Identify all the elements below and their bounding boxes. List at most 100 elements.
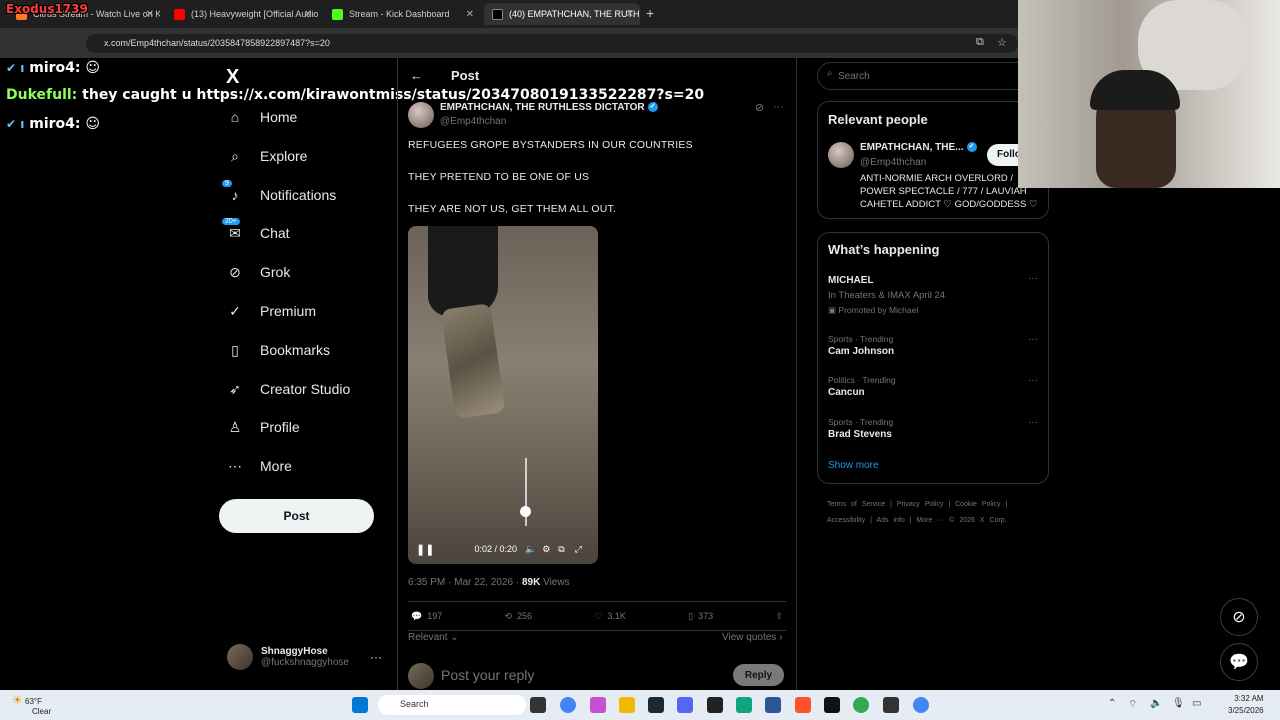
footer-links[interactable]: Terms of Service | Privacy Policy | Cook…	[827, 497, 1049, 529]
avatar[interactable]	[828, 142, 854, 168]
chrome-active-icon[interactable]	[913, 697, 929, 713]
fullscreen-icon[interactable]: ⤢	[575, 544, 582, 555]
verified-icon: ✓	[647, 102, 658, 113]
author-name-text: EMPATHCHAN, THE RUTHLESS DICTATOR	[440, 102, 645, 113]
sidebar-item-chat[interactable]: ✉ 20+ Chat	[222, 218, 290, 242]
sidebar-item-premium[interactable]: ✓ Premium	[226, 302, 316, 320]
taskbar-search[interactable]: Search	[378, 695, 526, 715]
reply-button[interactable]: Reply	[733, 664, 784, 686]
start-icon[interactable]	[352, 697, 368, 713]
new-tab-button[interactable]: +	[646, 5, 654, 21]
steam-icon[interactable]	[648, 697, 664, 713]
author-avatar[interactable]	[408, 102, 434, 128]
sidebar-item-more[interactable]: ⋯ More	[226, 457, 292, 475]
more-icon[interactable]: ···	[1028, 417, 1038, 428]
trend-item[interactable]: Cam Johnson	[828, 346, 894, 357]
account-switcher[interactable]: ShnaggyHose @fuckshnaggyhose	[227, 644, 349, 670]
reply-action[interactable]: 💬 197	[411, 611, 442, 622]
post-button[interactable]: Post	[219, 499, 374, 533]
video-player[interactable]: ❚❚ 0:02 / 0:20 🔈 ⚙ ⧉ ⤢	[408, 226, 598, 564]
chrome-icon[interactable]	[560, 697, 576, 713]
trend-item[interactable]: Cancun	[828, 387, 865, 398]
video-frame-figure	[428, 226, 498, 316]
discord-icon[interactable]	[677, 697, 693, 713]
share-action[interactable]: ⇧	[775, 611, 783, 622]
chat-bubble-icon[interactable]: 💬	[1220, 643, 1258, 681]
weather-condition: Clear	[32, 707, 52, 716]
reply-input[interactable]: Post your reply	[441, 667, 534, 683]
pause-icon[interactable]: ❚❚	[416, 543, 434, 556]
speaker-icon[interactable]: 🔈	[1150, 698, 1162, 709]
pip-icon[interactable]: ⧉	[558, 544, 564, 555]
verified-badge-icon: ✔ ı	[6, 117, 25, 131]
more-icon[interactable]: ···	[1028, 375, 1038, 386]
repost-action[interactable]: ⟲ 256	[505, 611, 533, 622]
show-more-link[interactable]: Show more	[828, 460, 879, 471]
more-icon[interactable]: ···	[773, 101, 784, 113]
back-arrow-icon[interactable]: ←	[410, 68, 423, 83]
search-input[interactable]: Search	[817, 62, 1049, 90]
wifi-icon[interactable]: ⌔	[1128, 698, 1137, 711]
battery-icon[interactable]: ▭	[1192, 698, 1201, 709]
post-timestamp[interactable]: 6:35 PM · Mar 22, 2026 ·	[408, 577, 522, 588]
more-icon[interactable]: ···	[370, 650, 382, 664]
relevant-person-name[interactable]: EMPATHCHAN, THE... ✓	[860, 142, 977, 153]
more-icon[interactable]: ···	[1028, 334, 1038, 345]
sidebar-item-label: Profile	[260, 419, 300, 435]
powershell-icon[interactable]	[765, 697, 781, 713]
avatar	[227, 644, 253, 670]
x-logo-icon[interactable]: X	[226, 66, 239, 89]
settings-icon[interactable]: ⚙	[542, 544, 550, 555]
sidebar-item-grok[interactable]: ⊘ Grok	[226, 263, 290, 281]
close-icon[interactable]: ✕	[146, 9, 154, 20]
url-field[interactable]: x.com/Emp4thchan/status/2035847858922897…	[86, 34, 1018, 53]
share-icon: ⇧	[775, 610, 783, 621]
author-handle[interactable]: @Emp4thchan	[440, 116, 506, 127]
install-icon[interactable]: ⧉	[976, 36, 984, 49]
bookmark-action[interactable]: ▯ 373	[688, 611, 713, 622]
folder-icon[interactable]	[619, 697, 635, 713]
chrome-profile-icon[interactable]	[853, 697, 869, 713]
sidebar-item-explore[interactable]: ⌕ Explore	[226, 147, 307, 165]
tab-kick-dashboard[interactable]: Stream - Kick Dashboard ✕	[324, 3, 480, 25]
sidebar-item-bookmarks[interactable]: ▯ Bookmarks	[226, 341, 330, 359]
weather-widget[interactable]: ☀ 63°F Clear	[12, 693, 51, 716]
reply-sort-dropdown[interactable]: Relevant ⌄	[408, 632, 459, 643]
capcut-icon[interactable]	[883, 697, 899, 713]
like-action[interactable]: ♡ 3.1K	[594, 611, 626, 622]
bookmark-icon: ▯	[688, 610, 694, 621]
author-name[interactable]: EMPATHCHAN, THE RUTHLESS DICTATOR ✓	[440, 102, 658, 113]
close-icon[interactable]: ✕	[626, 9, 634, 20]
x-favicon-icon	[492, 8, 503, 20]
task-view-icon[interactable]	[530, 697, 546, 713]
volume-slider-handle[interactable]	[520, 506, 531, 517]
like-count: 3.1K	[607, 611, 626, 621]
view-quotes-link[interactable]: View quotes ›	[722, 632, 782, 643]
copilot-icon[interactable]	[590, 697, 606, 713]
close-icon[interactable]: ✕	[466, 9, 474, 20]
grok-icon[interactable]: ⊘	[755, 101, 764, 114]
obs-icon[interactable]	[707, 697, 723, 713]
grok-icon[interactable]: ⊘	[1220, 598, 1258, 636]
volume-icon[interactable]: 🔈	[525, 544, 536, 555]
promo-title[interactable]: MICHAEL	[828, 275, 874, 286]
system-clock[interactable]: 3:32 AM 3/25/2026	[1228, 693, 1264, 717]
sidebar-item-profile[interactable]: ♙ Profile	[226, 418, 300, 436]
mic-icon[interactable]: 🎙	[1172, 698, 1185, 709]
emote-icon: ☺	[85, 60, 100, 76]
app-icon[interactable]	[736, 697, 752, 713]
sidebar-item-home[interactable]: ⌂ Home	[226, 108, 298, 126]
more-icon[interactable]: ···	[1028, 273, 1038, 284]
info-app-icon[interactable]	[824, 697, 840, 713]
brave-icon[interactable]	[795, 697, 811, 713]
close-icon[interactable]: ✕	[304, 9, 312, 20]
tab-empathchan[interactable]: (40) EMPATHCHAN, THE RUTHLESS ✕	[484, 3, 640, 25]
relevant-person-handle[interactable]: @Emp4thchan	[860, 157, 926, 168]
star-icon[interactable]: ☆	[997, 36, 1007, 49]
trend-item[interactable]: Brad Stevens	[828, 429, 892, 440]
tray-chevron-icon[interactable]: ⌃	[1108, 698, 1116, 709]
sidebar-item-creator-studio[interactable]: ➶ Creator Studio	[226, 380, 350, 398]
mail-icon: ✉ 20+	[222, 218, 244, 242]
tab-heavyweight[interactable]: (13) Heavyweight [Official Audio] ✕	[166, 3, 318, 25]
sidebar-item-notifications[interactable]: ♪ 9 Notifications	[222, 180, 336, 204]
